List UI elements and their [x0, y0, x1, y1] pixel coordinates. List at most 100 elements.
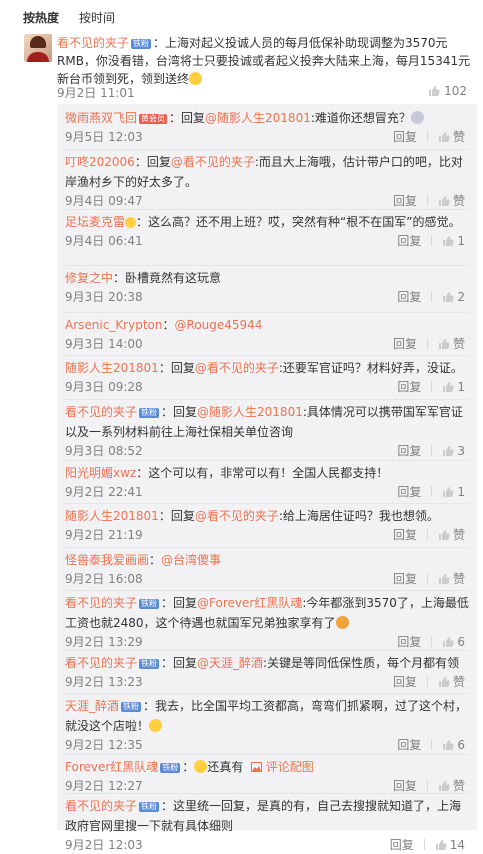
reply-item: 随影人生201801：回复@看不见的夹子:给上海居住证吗？我也想领。 9月2日 2… [57, 506, 477, 544]
reply-button[interactable]: 回复 [397, 378, 421, 395]
reply-button[interactable]: 回复 [397, 633, 421, 650]
divider [426, 195, 428, 206]
reply-username[interactable]: Forever红黑队魂 [65, 760, 158, 774]
reply-text: 看不见的夹子 铁粉 ：回复@随影人生201801:具体情况可以携带国军军官证以及一系… [65, 402, 469, 442]
reply-body: :关键是等同低保性质，每个月都有领 [263, 656, 460, 670]
divider [426, 780, 428, 791]
reply-meta: 9月2日 12:35 回复 6 [65, 736, 477, 754]
mention-link[interactable]: @随影人生201801 [197, 405, 303, 419]
like-count: 1 [457, 379, 465, 394]
reply-date: 9月2日 21:19 [65, 528, 143, 542]
reply-button[interactable]: 回复 [393, 570, 417, 587]
reply-username[interactable]: 阳光明媚xwz [65, 466, 136, 480]
reply-username[interactable]: 叮咚202006 [65, 155, 135, 169]
reply-username[interactable]: 看不见的夹子 [65, 405, 137, 419]
mention-link[interactable]: @Forever红黑队魂 [197, 596, 302, 610]
reply-divider [65, 754, 469, 755]
comment-image-link[interactable]: 评论配图 [262, 760, 314, 774]
reply-button[interactable]: 回复 [397, 232, 421, 249]
thumb-up-icon [442, 636, 455, 648]
reply-button[interactable]: 回复 [393, 526, 417, 543]
reply-username[interactable]: 看不见的夹子 [65, 799, 137, 813]
reply-button[interactable]: 回复 [393, 335, 417, 352]
thumb-up-icon [438, 195, 450, 207]
reply-button[interactable]: 回复 [397, 736, 421, 753]
like-button[interactable]: 赞 [438, 570, 465, 587]
like-count: 1 [457, 484, 465, 499]
main-comment-meta: 9月2日 11:01 102 [57, 84, 477, 102]
reply-username[interactable]: 随影人生201801 [65, 361, 159, 375]
reply-button[interactable]: 回复 [393, 128, 417, 145]
reply-button[interactable]: 回复 [393, 192, 417, 209]
mention-link[interactable]: @台湾傻事 [161, 553, 221, 567]
reply-username[interactable]: 足坛麦克雷 [65, 215, 125, 229]
reply-username[interactable]: 修复之中 [65, 271, 113, 285]
reply-actions: 回复 1 [397, 232, 465, 249]
reply-text: 随影人生201801：回复@看不见的夹子:还要军官证吗？材料好弄，没证。 [65, 358, 469, 378]
reply-button[interactable]: 回复 [397, 288, 421, 305]
mention-link[interactable]: @看不见的夹子 [171, 155, 255, 169]
mention-link[interactable]: @看不见的夹子 [195, 509, 279, 523]
tab-sort-by-hot[interactable]: 按热度 [23, 9, 59, 26]
reply-button[interactable]: 回复 [397, 483, 421, 500]
reply-date: 9月2日 16:08 [65, 572, 143, 586]
mention-link[interactable]: @随影人生201801 [205, 111, 311, 125]
reply-username[interactable]: 微雨燕双飞回 [65, 111, 137, 125]
reply-button[interactable]: 回复 [397, 442, 421, 459]
reply-username[interactable]: 天涯_醉酒 [65, 699, 119, 713]
image-icon [250, 760, 262, 774]
like-button[interactable]: 1 [442, 234, 465, 248]
reply-meta: 9月3日 08:52 回复 3 [65, 442, 477, 460]
like-button[interactable]: 赞 [438, 673, 465, 690]
mention-link[interactable]: @Rouge45944 [175, 318, 263, 332]
reply-item: 足坛麦克雷 ：这么高？还不用上班？哎，突然有种“根不在国军”的感觉。 9月4日 06… [57, 212, 477, 250]
like-button[interactable]: 赞 [438, 777, 465, 794]
reply-item: 阳光明媚xwz：这个可以有，非常可以有！全国人民都支持！ 9月2日 22:41 回复… [57, 463, 477, 501]
like-button[interactable]: 赞 [438, 526, 465, 543]
reply-item: 看不见的夹子 铁粉 ：回复@随影人生201801:具体情况可以携带国军军官证以及一系… [57, 402, 477, 460]
like-count: 赞 [452, 779, 465, 793]
reply-date: 9月2日 12:35 [65, 738, 143, 752]
like-button[interactable]: 2 [442, 290, 465, 304]
reply-actions: 回复 6 [397, 736, 465, 753]
divider [431, 739, 433, 750]
reply-username[interactable]: 怪兽泰我爱画画 [65, 553, 149, 567]
like-button[interactable]: 14 [435, 838, 465, 852]
like-count: 3 [457, 443, 465, 458]
like-button[interactable]: 1 [442, 485, 465, 499]
mention-link[interactable]: @看不见的夹子 [195, 361, 279, 375]
thumb-up-icon [442, 235, 455, 247]
mention-link[interactable]: @天涯_醉酒 [197, 656, 263, 670]
main-like[interactable]: 102 [428, 84, 467, 98]
reply-username[interactable]: Arsenic_Krypton [65, 318, 163, 332]
sort-tabs: 按热度 按时间 [0, 0, 483, 34]
like-button[interactable]: 赞 [438, 335, 465, 352]
like-button[interactable]: 6 [442, 635, 465, 649]
main-comment-username[interactable]: 看不见的夹子 [57, 36, 129, 50]
like-count: 赞 [452, 572, 465, 586]
reply-username[interactable]: 看不见的夹子 [65, 656, 137, 670]
reply-username[interactable]: 看不见的夹子 [65, 596, 137, 610]
reply-divider [65, 693, 469, 694]
reply-username[interactable]: 随影人生201801 [65, 509, 159, 523]
tab-sort-by-time[interactable]: 按时间 [79, 9, 115, 26]
reply-meta: 9月2日 12:03 回复 14 [65, 836, 477, 854]
reply-actions: 回复 3 [397, 442, 465, 459]
avatar[interactable] [24, 34, 52, 62]
reply-actions: 回复 赞 [393, 570, 465, 587]
like-button[interactable]: 赞 [438, 128, 465, 145]
reply-button[interactable]: 回复 [390, 836, 414, 853]
like-button[interactable]: 赞 [438, 192, 465, 209]
reply-actions: 回复 赞 [393, 128, 465, 145]
reply-button[interactable]: 回复 [393, 777, 417, 794]
reply-button[interactable]: 回复 [393, 673, 417, 690]
like-button[interactable]: 6 [442, 738, 465, 752]
reply-date: 9月2日 12:03 [65, 838, 143, 852]
reply-text: 修复之中：卧槽竟然有这玩意 [65, 268, 469, 288]
reply-date: 9月2日 13:29 [65, 635, 143, 649]
like-button[interactable]: 3 [442, 444, 465, 458]
like-count: 赞 [452, 675, 465, 689]
reply-prefix: ：回复 [161, 405, 198, 419]
thumb-up-icon [438, 338, 450, 350]
like-button[interactable]: 1 [442, 380, 465, 394]
